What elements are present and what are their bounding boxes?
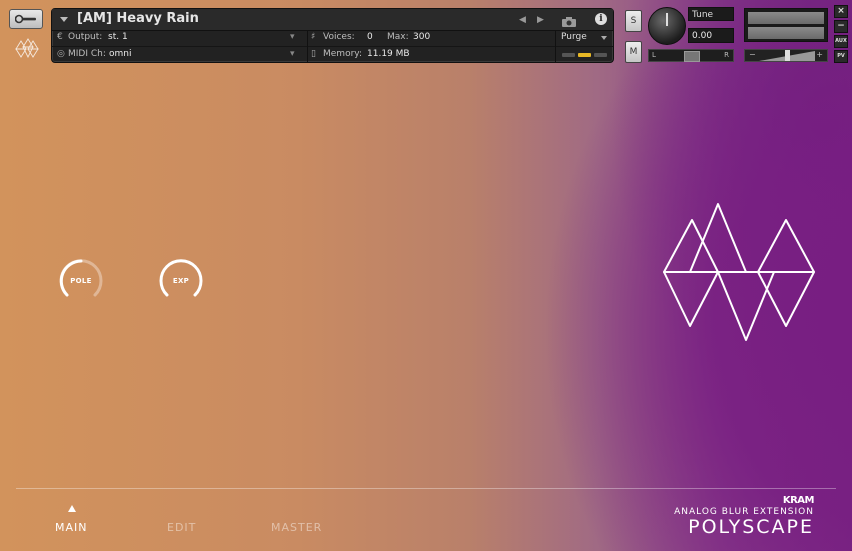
pan-handle[interactable]: [684, 51, 700, 62]
volume-plus: +: [816, 50, 823, 59]
voices-label: Voices:: [323, 32, 355, 42]
exp-knob[interactable]: EXP: [158, 258, 204, 308]
instrument-header-panel: [AM] Heavy Rain ◀ ▶ i € Output: st. 1 ▾ …: [51, 8, 614, 63]
midi-row: ◎ MIDI Ch: omni ▾ ▯ Memory: 11.19 MB: [52, 47, 613, 63]
title-row: [AM] Heavy Rain ◀ ▶ i: [52, 9, 613, 31]
small-logo-icon: [13, 37, 41, 65]
tab-master[interactable]: MASTER: [271, 521, 322, 534]
volume-slider[interactable]: − +: [744, 49, 828, 62]
pan-right-label: R: [724, 51, 729, 59]
pole-knob[interactable]: POLE: [58, 258, 104, 308]
meter-bar-right: [748, 27, 824, 39]
mute-button[interactable]: M: [625, 41, 642, 63]
output-icon: €: [57, 32, 63, 42]
purge-button[interactable]: Purge: [561, 32, 587, 42]
led-active: [578, 53, 591, 57]
output-label: Output:: [68, 32, 103, 42]
footer-divider: [16, 488, 836, 489]
tab-edit[interactable]: EDIT: [167, 521, 196, 534]
collapse-arrow-icon[interactable]: [60, 17, 68, 22]
side-buttons: × − AUX PV: [834, 5, 848, 65]
volume-minus: −: [749, 50, 756, 59]
tune-label: Tune: [688, 7, 734, 21]
output-dropdown-icon[interactable]: ▾: [290, 32, 295, 42]
purge-leds: [562, 53, 607, 57]
maker-logo: KRAM: [782, 495, 815, 506]
led: [562, 53, 575, 57]
aux-button[interactable]: AUX: [834, 35, 848, 48]
info-icon[interactable]: i: [595, 13, 607, 25]
max-label: Max:: [387, 32, 409, 42]
prev-instrument-icon[interactable]: ◀: [519, 15, 526, 25]
level-meter: [744, 8, 828, 42]
memory-icon: ▯: [311, 49, 316, 59]
polyscape-logo-icon: [660, 202, 820, 348]
kontakt-header: [AM] Heavy Rain ◀ ▶ i € Output: st. 1 ▾ …: [0, 0, 852, 68]
memory-label: Memory:: [323, 49, 362, 59]
midi-dropdown-icon[interactable]: ▾: [290, 49, 295, 59]
max-voices-value[interactable]: 300: [413, 32, 430, 42]
minimize-button[interactable]: −: [834, 20, 848, 33]
midi-icon: ◎: [57, 49, 65, 59]
instrument-title[interactable]: [AM] Heavy Rain: [77, 11, 199, 26]
meter-bar-left: [748, 12, 824, 24]
tune-knob[interactable]: [648, 7, 686, 45]
led: [594, 53, 607, 57]
pole-label: POLE: [70, 277, 92, 285]
pan-left-label: L: [652, 51, 656, 59]
active-tab-marker-icon: [68, 505, 76, 512]
wrench-icon: [15, 14, 36, 24]
close-button[interactable]: ×: [834, 5, 848, 18]
midi-label: MIDI Ch:: [68, 49, 106, 59]
brand-block: KRAM ANALOG BLUR EXTENSION POLYSCAPE: [674, 495, 814, 538]
volume-handle[interactable]: [785, 50, 790, 61]
exp-label: EXP: [172, 277, 190, 285]
output-row: € Output: st. 1 ▾ ♯ Voices: 0 Max: 300: [52, 30, 613, 47]
output-value[interactable]: st. 1: [108, 32, 128, 42]
tune-value[interactable]: 0.00: [688, 28, 734, 43]
pan-slider[interactable]: L R: [648, 49, 734, 62]
wrench-button[interactable]: [9, 9, 43, 29]
product-name: POLYSCAPE: [688, 516, 814, 538]
next-instrument-icon[interactable]: ▶: [537, 15, 544, 25]
solo-button[interactable]: S: [625, 10, 642, 32]
divider: [307, 30, 308, 63]
voices-icon: ♯: [311, 32, 316, 42]
tab-main[interactable]: MAIN: [55, 521, 88, 534]
voices-value: 0: [367, 32, 373, 42]
pv-button[interactable]: PV: [834, 50, 848, 63]
memory-value: 11.19 MB: [367, 49, 410, 59]
midi-channel-value[interactable]: omni: [109, 49, 131, 59]
purge-dropdown-icon[interactable]: [601, 36, 607, 40]
divider: [555, 30, 556, 63]
